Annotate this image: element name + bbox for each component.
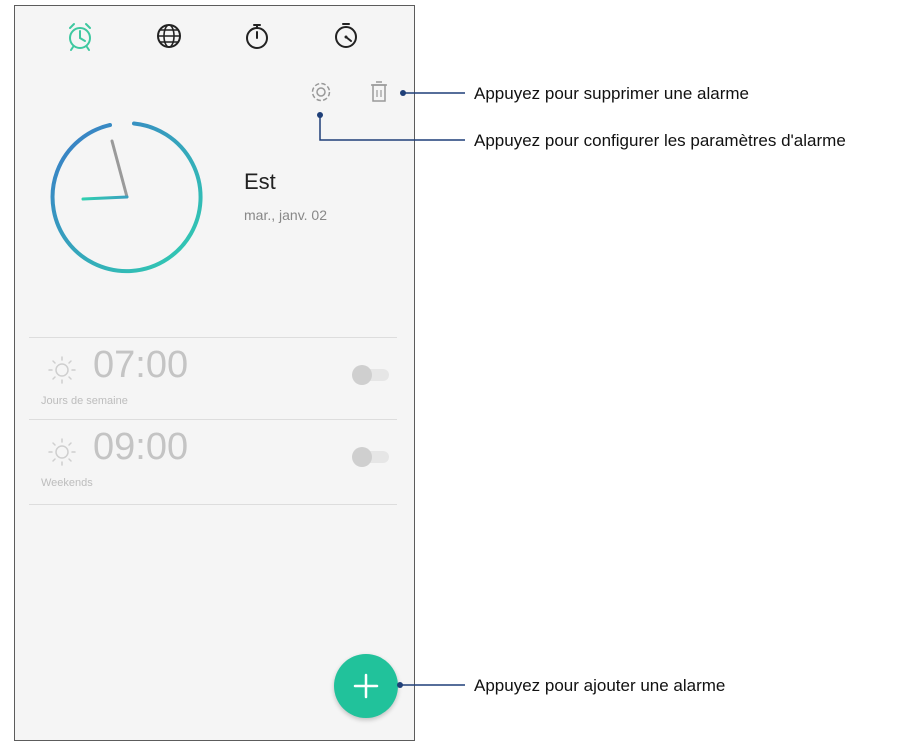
tab-world-clock[interactable] (149, 16, 189, 56)
world-clock-icon (157, 24, 181, 48)
gear-icon (311, 82, 331, 102)
sun-icon (44, 352, 80, 388)
alarm-clock-icon (69, 23, 91, 51)
clock-city: Est (244, 169, 276, 194)
toggle-thumb (352, 365, 372, 385)
alarm-repeat-label: Jours de semaine (41, 395, 128, 407)
alarm-toggle[interactable] (351, 364, 391, 385)
divider (29, 419, 397, 420)
tab-stopwatch[interactable] (237, 16, 277, 56)
plus-icon (353, 673, 379, 699)
delete-alarm-button[interactable] (361, 74, 397, 110)
alarm-settings-button[interactable] (303, 74, 339, 110)
tab-bar (15, 6, 414, 66)
sun-icon (44, 434, 80, 470)
tab-alarm[interactable] (60, 16, 100, 56)
callout-settings: Appuyez pour configurer les paramètres d… (474, 131, 846, 150)
stopwatch-icon (246, 24, 268, 49)
alarm-item-0700[interactable]: 07:00 Jours de semaine (29, 344, 397, 424)
timer-icon (335, 23, 357, 48)
callout-add: Appuyez pour ajouter une alarme (474, 676, 726, 695)
alarm-time: 07:00 (93, 344, 189, 386)
callout-delete: Appuyez pour supprimer une alarme (474, 84, 749, 103)
analog-clock (48, 119, 204, 275)
add-alarm-button[interactable] (334, 654, 398, 718)
clock-date: mar., janv. 02 (244, 207, 328, 223)
alarm-item-0900[interactable]: 09:00 Weekends (29, 426, 397, 506)
phone-screen: Est mar., janv. 02 07:00 Jours de semain… (14, 5, 415, 741)
trash-icon (371, 81, 387, 102)
alarm-toggle[interactable] (351, 446, 391, 467)
divider (29, 337, 397, 338)
toggle-thumb (352, 447, 372, 467)
divider (29, 504, 397, 505)
tab-timer[interactable] (326, 16, 366, 56)
alarm-time: 09:00 (93, 426, 189, 468)
alarm-repeat-label: Weekends (41, 477, 93, 489)
